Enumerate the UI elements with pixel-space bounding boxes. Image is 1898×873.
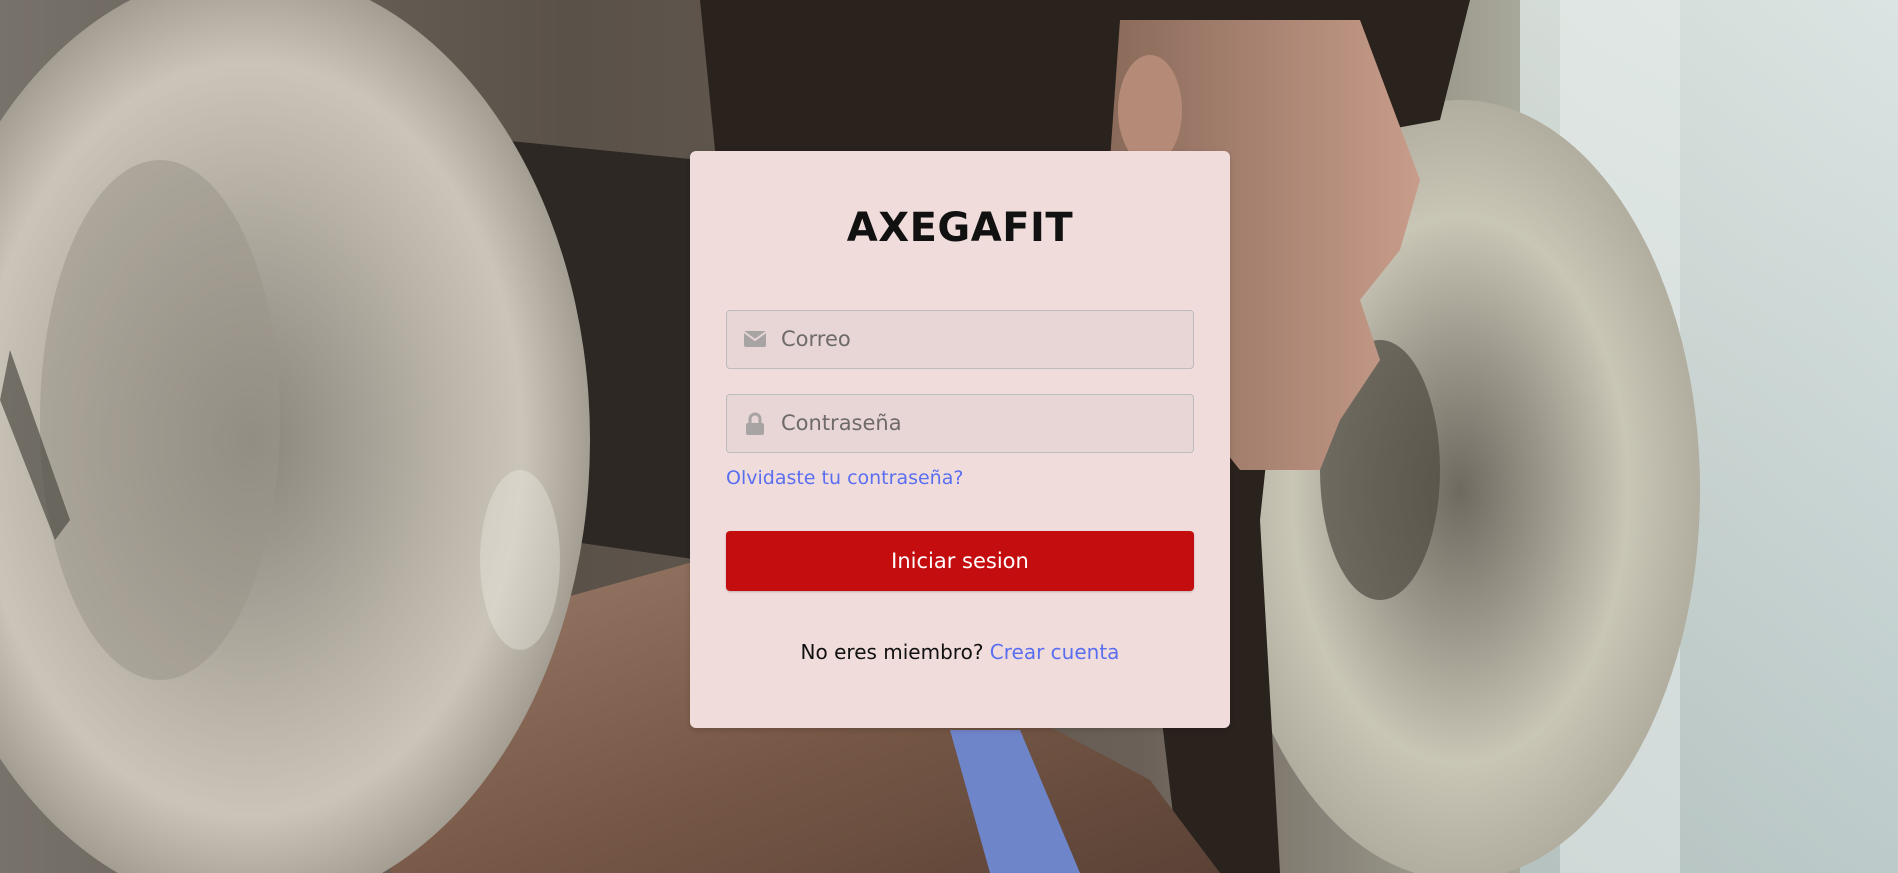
- signup-prompt-text: No eres miembro?: [800, 640, 984, 664]
- password-field[interactable]: [726, 394, 1194, 453]
- envelope-icon: [743, 328, 767, 350]
- brand-title: AXEGAFIT: [846, 205, 1074, 251]
- login-card: AXEGAFIT Olvidaste tu contraseña? Inicia…: [690, 151, 1230, 728]
- signup-prompt-row: No eres miembro? Crear cuenta: [690, 640, 1230, 664]
- forgot-password-link[interactable]: Olvidaste tu contraseña?: [726, 467, 963, 489]
- lock-icon: [743, 412, 767, 435]
- login-button[interactable]: Iniciar sesion: [726, 531, 1194, 591]
- email-input[interactable]: [781, 311, 1181, 367]
- email-field[interactable]: [726, 310, 1194, 369]
- create-account-link[interactable]: Crear cuenta: [990, 640, 1120, 664]
- password-input[interactable]: [781, 395, 1181, 451]
